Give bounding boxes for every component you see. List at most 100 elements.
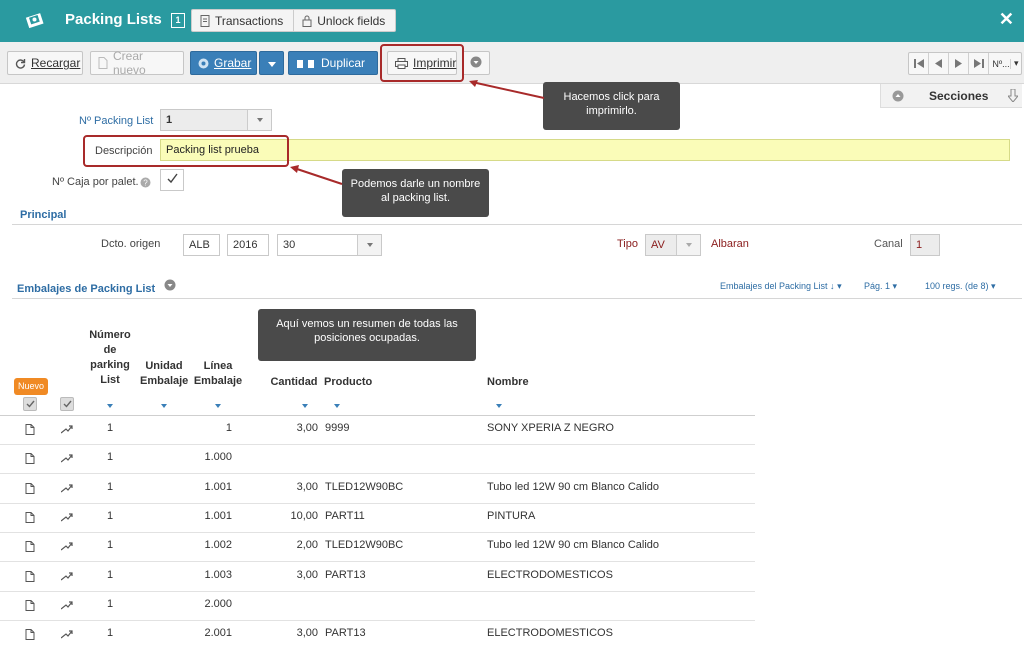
chevron-down-icon[interactable] [676, 235, 700, 255]
row-split-icon[interactable] [60, 630, 73, 642]
table-row[interactable]: 1 2.000 [0, 592, 755, 621]
select-all-checkbox[interactable] [23, 397, 37, 411]
unidad-filter-icon[interactable] [161, 404, 167, 408]
doc-number-input[interactable]: 30 [277, 234, 382, 256]
row-document-icon[interactable] [25, 424, 35, 438]
linea-filter-icon[interactable] [215, 404, 221, 408]
tipo-select[interactable]: AV [645, 234, 701, 256]
row-split-icon[interactable] [60, 542, 73, 554]
row-split-icon[interactable] [60, 601, 73, 613]
new-row-badge[interactable]: Nuevo [14, 378, 48, 395]
nombre-filter-icon[interactable] [496, 404, 502, 408]
row-nombre: Tubo led 12W 90 cm Blanco Calido [487, 481, 660, 493]
packing-list-number-input[interactable]: 1 [160, 109, 272, 131]
row-numero: 1 [107, 481, 114, 493]
column-header-linea[interactable]: Línea Embalaje [192, 359, 244, 389]
row-producto: 9999 [325, 422, 350, 434]
help-icon[interactable]: ? [140, 177, 151, 188]
column-header-cantidad[interactable]: Cantidad [268, 375, 320, 390]
doc-type-input[interactable]: ALB [183, 234, 220, 256]
chevron-down-icon[interactable] [357, 235, 381, 255]
row-split-icon[interactable] [60, 513, 73, 525]
table-row[interactable]: 1 1.000 [0, 445, 755, 474]
canal-input[interactable]: 1 [910, 234, 940, 256]
row-linea: 2.000 [204, 598, 232, 610]
boxes-per-pallet-checkbox[interactable] [160, 169, 184, 191]
row-numero: 1 [107, 422, 114, 434]
tipo-value: AV [651, 239, 665, 251]
row-document-icon[interactable] [25, 600, 35, 614]
row-cantidad: 3,00 [296, 422, 318, 434]
row-numero: 1 [107, 627, 114, 639]
records-per-page-selector[interactable]: 100 regs. (de 8) ▾ [925, 281, 996, 292]
unlock-fields-tab-label: Unlock fields [317, 13, 386, 28]
table-row[interactable]: 1 1.001 10,00 PART11 PINTURA [0, 504, 755, 533]
duplicate-button-label: Duplicar [321, 56, 366, 70]
column-header-unidad[interactable]: Unidad Embalaje [140, 359, 188, 389]
principal-section-title: Principal [20, 209, 67, 221]
next-record-icon[interactable] [949, 53, 969, 74]
row-linea: 1.003 [204, 569, 232, 581]
description-callout: Podemos darle un nombre al packing list. [342, 169, 489, 217]
table-row[interactable]: 1 2.001 3,00 PART13 ELECTRODOMESTICOS [0, 621, 755, 649]
row-cantidad: 3,00 [296, 481, 318, 493]
description-callout-arrow [290, 165, 343, 185]
print-callout: Hacemos click para imprimirlo. [543, 82, 680, 130]
duplicate-button[interactable]: Duplicar [288, 51, 378, 75]
row-producto: TLED12W90BC [325, 539, 404, 551]
summary-callout: Aquí vemos un resumen de todas las posic… [258, 309, 476, 361]
column-header-producto[interactable]: Producto [324, 375, 372, 390]
row-document-icon[interactable] [25, 629, 35, 643]
packing-list-app-icon [25, 13, 44, 29]
row-document-icon[interactable] [25, 571, 35, 585]
sort-selector[interactable]: Embalajes del Packing List ↓ ▾ [720, 281, 842, 292]
row-document-icon[interactable] [25, 483, 35, 497]
row-nombre: Tubo led 12W 90 cm Blanco Calido [487, 539, 660, 551]
select-column-checkbox[interactable] [60, 397, 74, 411]
column-header-nombre[interactable]: Nombre [487, 375, 529, 390]
cantidad-filter-icon[interactable] [302, 404, 308, 408]
table-row[interactable]: 1 1 3,00 9999 SONY XPERIA Z NEGRO [0, 416, 755, 445]
row-producto: PART13 [325, 569, 366, 581]
sections-panel[interactable]: Secciones [880, 84, 1022, 108]
row-linea: 1.000 [204, 451, 232, 463]
transactions-tab[interactable]: Transactions [192, 10, 295, 31]
column-header-numero[interactable]: Número de parking List [86, 328, 134, 388]
canal-label: Canal [874, 238, 903, 250]
unlock-fields-tab[interactable]: Unlock fields [294, 10, 395, 31]
table-row[interactable]: 1 1.003 3,00 PART13 ELECTRODOMESTICOS [0, 563, 755, 592]
row-numero: 1 [107, 569, 114, 581]
table-row[interactable]: 1 1.002 2,00 TLED12W90BC Tubo led 12W 90 cm … [0, 533, 755, 562]
reload-button[interactable]: Recargar [7, 51, 83, 75]
save-options-dropdown[interactable] [259, 51, 284, 75]
row-split-icon[interactable] [60, 484, 73, 496]
doc-year-input[interactable]: 2016 [227, 234, 269, 256]
page-selector[interactable]: Pág. 1 ▾ [864, 281, 897, 292]
arrow-down-circle-icon[interactable] [164, 279, 176, 291]
tipo-description: Albaran [711, 238, 749, 250]
row-document-icon[interactable] [25, 541, 35, 555]
producto-filter-icon[interactable] [334, 404, 340, 408]
row-cantidad: 10,00 [290, 510, 318, 522]
row-split-icon[interactable] [60, 425, 73, 437]
row-split-icon[interactable] [60, 454, 73, 466]
numero-filter-icon[interactable] [107, 404, 113, 408]
more-options-button[interactable] [462, 51, 490, 75]
row-document-icon[interactable] [25, 512, 35, 526]
row-cantidad: 3,00 [296, 569, 318, 581]
table-row[interactable]: 1 1.001 3,00 TLED12W90BC Tubo led 12W 90 cm … [0, 475, 755, 504]
last-record-icon[interactable] [969, 53, 989, 74]
transactions-tab-label: Transactions [215, 13, 284, 28]
close-icon[interactable]: ✕ [999, 9, 1014, 30]
record-selector[interactable]: Nº... ▾ [989, 53, 1021, 74]
previous-record-icon[interactable] [929, 53, 949, 74]
row-split-icon[interactable] [60, 572, 73, 584]
first-record-icon[interactable] [909, 53, 929, 74]
save-button[interactable]: Grabar [190, 51, 257, 75]
save-button-label: Grabar [214, 56, 252, 70]
chevron-down-icon[interactable] [247, 110, 271, 130]
arrow-up-circle-icon [892, 90, 904, 102]
sections-panel-label: Secciones [929, 89, 989, 103]
create-new-button[interactable]: Crear nuevo [90, 49, 184, 77]
row-document-icon[interactable] [25, 453, 35, 467]
